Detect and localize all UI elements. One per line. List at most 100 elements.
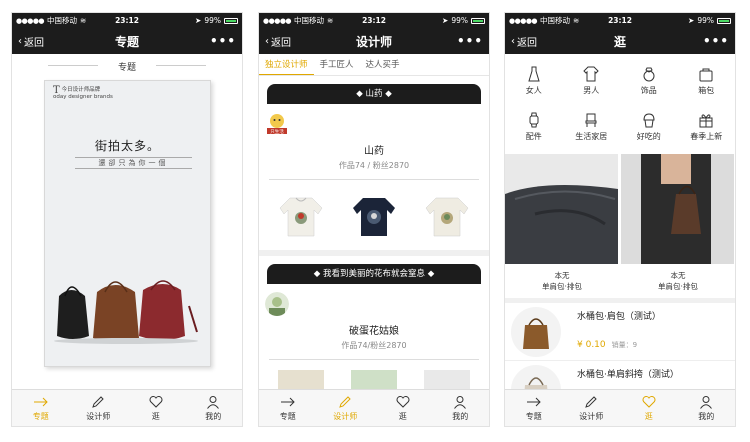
product-image <box>511 365 561 389</box>
ring-icon <box>643 67 655 82</box>
heart-icon <box>642 395 656 408</box>
designer-banner: ◆ 山药 ◆ <box>267 84 481 104</box>
category-food[interactable]: 好吃的 <box>620 104 678 150</box>
designer-card[interactable]: ◆ 山药 ◆ 只生活 山药 作品74 / 粉丝2870 <box>259 76 489 250</box>
category-grid: 女人 男人 饰品 箱包 配件 生活家居 好吃的 春季上新 <box>505 54 735 154</box>
cupcake-icon <box>643 113 655 128</box>
wifi-icon: ≋ <box>80 16 87 25</box>
dress-icon <box>528 66 540 82</box>
back-button[interactable]: ‹ 返回 <box>265 34 291 49</box>
category-women[interactable]: 女人 <box>505 58 563 104</box>
work-thumbnail[interactable] <box>350 370 397 389</box>
battery-icon <box>224 17 238 24</box>
tab-topics[interactable]: 专题 <box>12 390 70 426</box>
battery-percent: 99% <box>697 16 714 25</box>
designer-works <box>265 366 483 389</box>
carrier: 中国移动 <box>47 16 78 25</box>
arrow-right-icon <box>526 397 541 406</box>
tab-craftsmen[interactable]: 手工匠人 <box>314 54 360 75</box>
designer-logo: 只生活 <box>267 114 287 135</box>
screenshot-collage: ●●●●● 中国移动 ≋ 23:12 ➤ 99% ‹ 返回 专题 ••• 专题 T 今日… <box>0 0 750 442</box>
section-heading: 专题 <box>12 54 242 73</box>
topic-content: 专题 T 今日设计师品牌 oday designer brands 街拍太多。 … <box>12 54 242 389</box>
signal-icon: ●●●●● <box>509 16 538 25</box>
designer-avatar <box>265 292 289 316</box>
featured-image <box>621 154 734 264</box>
bucket-bags-image <box>54 280 198 344</box>
tab-independent-designers[interactable]: 独立设计师 <box>259 54 314 75</box>
tab-mine[interactable]: 我的 <box>678 390 736 426</box>
nav-bar: ‹ 返回 设计师 ••• <box>259 28 489 54</box>
chevron-left-icon: ‹ <box>511 35 515 47</box>
divider <box>269 179 479 180</box>
shirt-icon <box>583 66 599 82</box>
pencil-icon <box>339 395 351 408</box>
category-accessories[interactable]: 饰品 <box>620 58 678 104</box>
cover-subline: 還卻只為你一個 <box>75 157 192 169</box>
tab-browse[interactable]: 逛 <box>620 390 678 426</box>
divider <box>269 359 479 360</box>
page-title: 逛 <box>613 34 626 49</box>
heart-icon <box>149 395 163 408</box>
arrow-right-icon <box>280 397 295 406</box>
tab-buyers[interactable]: 达人买手 <box>360 54 406 75</box>
person-icon <box>207 395 220 409</box>
product-row[interactable]: 水桶包·单肩斜挎（测试） <box>505 361 735 389</box>
arrow-right-icon <box>33 397 48 406</box>
back-button[interactable]: ‹ 返回 <box>511 34 537 49</box>
heart-icon <box>396 395 410 408</box>
designer-name: 破蛋花姑娘 <box>349 326 399 337</box>
tab-designers[interactable]: 设计师 <box>563 390 621 426</box>
person-icon <box>454 395 467 409</box>
page-title: 专题 <box>114 34 139 49</box>
nav-bar: ‹ 返回 专题 ••• <box>12 28 242 54</box>
work-sweatshirt-navy[interactable] <box>351 190 397 240</box>
category-home[interactable]: 生活家居 <box>563 104 621 150</box>
featured-item[interactable]: 本无 单肩包·排包 <box>621 154 735 292</box>
category-spring-new[interactable]: 春季上新 <box>678 104 736 150</box>
designer-stats: 作品74 / 粉丝2870 <box>338 161 410 170</box>
tab-designers[interactable]: 设计师 <box>70 390 128 426</box>
status-bar: ●●●●● 中国移动 ≋ 23:12 ➤ 99% <box>12 13 242 28</box>
back-button[interactable]: ‹ 返回 <box>18 34 44 49</box>
status-bar: ●●●●● 中国移动 ≋ 23:12 ➤ 99% <box>505 13 735 28</box>
phone-screen-topics: ●●●●● 中国移动 ≋ 23:12 ➤ 99% ‹ 返回 专题 ••• 专题 T 今日… <box>11 12 243 427</box>
signal-icon: ●●●●● <box>16 16 45 25</box>
tab-browse[interactable]: 逛 <box>127 390 185 426</box>
tab-topics[interactable]: 专题 <box>259 390 317 426</box>
browse-content: 本无 单肩包·排包 本无 单肩包·排包 水桶包·肩包（测试） ¥ 0.10 销量… <box>505 154 735 389</box>
more-button[interactable]: ••• <box>703 34 729 48</box>
designer-works <box>265 186 483 246</box>
work-sweatshirt-white[interactable] <box>278 190 324 240</box>
tab-mine[interactable]: 我的 <box>432 390 490 426</box>
carrier: 中国移动 <box>294 16 325 25</box>
designer-stats: 作品74/粉丝2870 <box>341 341 407 350</box>
tab-bar: 专题 设计师 逛 我的 <box>12 389 242 426</box>
tab-designers[interactable]: 设计师 <box>317 390 375 426</box>
category-men[interactable]: 男人 <box>563 58 621 104</box>
designer-list: ◆ 山药 ◆ 只生活 山药 作品74 / 粉丝2870 ◆ 我看到美丽的花布就会… <box>259 76 489 389</box>
tab-mine[interactable]: 我的 <box>185 390 243 426</box>
category-parts[interactable]: 配件 <box>505 104 563 150</box>
featured-products: 本无 单肩包·排包 本无 单肩包·排包 <box>505 154 735 292</box>
featured-item[interactable]: 本无 单肩包·排包 <box>505 154 619 292</box>
category-bags[interactable]: 箱包 <box>678 58 736 104</box>
chair-icon <box>585 113 597 127</box>
nav-bar: ‹ 返回 逛 ••• <box>505 28 735 54</box>
work-thumbnail[interactable] <box>278 370 325 389</box>
product-name: 水桶包·单肩斜挎（测试） <box>577 370 679 380</box>
designer-card[interactable]: ◆ 我看到美丽的花布就会窒息 ◆ 破蛋花姑娘 作品74/粉丝2870 <box>259 256 489 389</box>
product-name: 水桶包·肩包（测试） <box>577 312 661 322</box>
more-button[interactable]: ••• <box>210 34 236 48</box>
topic-cover-card[interactable]: T 今日设计师品牌 oday designer brands 街拍太多。 還卻只… <box>44 80 211 367</box>
more-button[interactable]: ••• <box>457 34 483 48</box>
cover-headline: 街拍太多。 <box>94 139 160 153</box>
product-row[interactable]: 水桶包·肩包（测试） ¥ 0.10 销量：9 <box>505 303 735 361</box>
tab-topics[interactable]: 专题 <box>505 390 563 426</box>
work-sweatshirt-cream[interactable] <box>424 190 470 240</box>
location-icon: ➤ <box>195 16 202 25</box>
bag-icon <box>699 68 713 82</box>
person-icon <box>700 395 713 409</box>
work-thumbnail[interactable] <box>423 370 470 389</box>
tab-browse[interactable]: 逛 <box>374 390 432 426</box>
